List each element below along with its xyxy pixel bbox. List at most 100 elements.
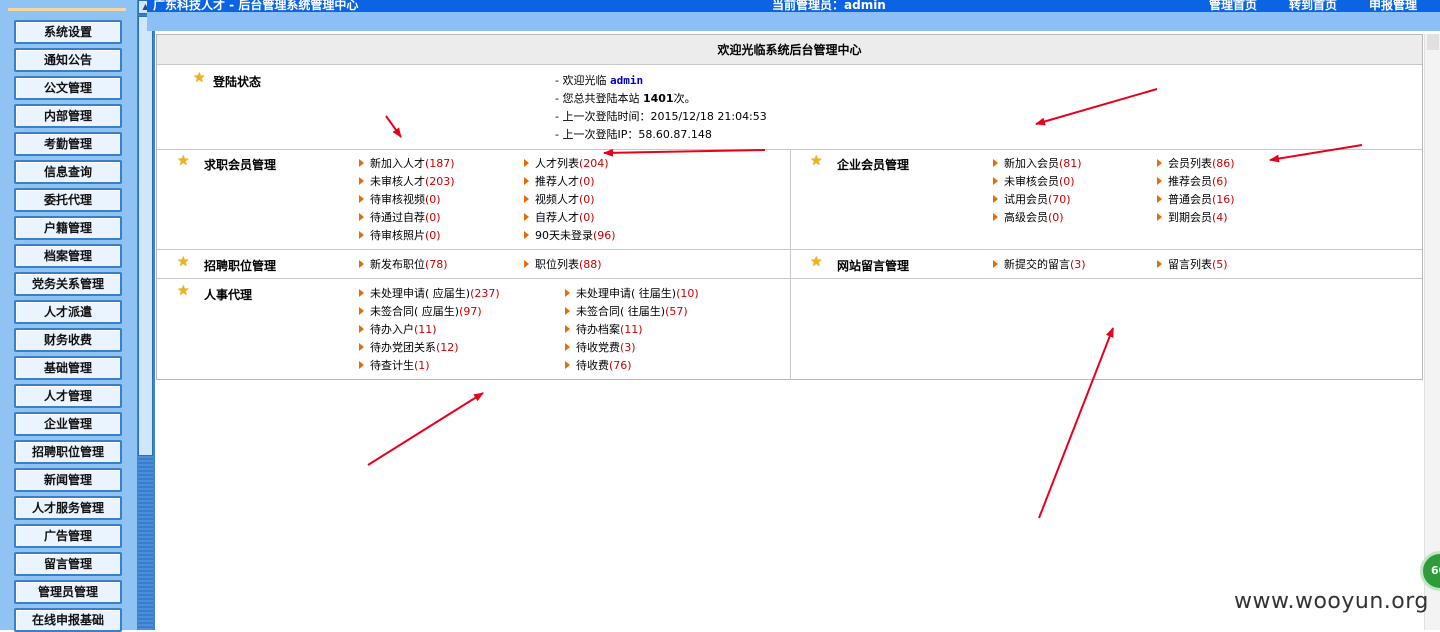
sidebar-item[interactable]: 财务收费 bbox=[14, 328, 122, 352]
sidebar-item[interactable]: 系统设置 bbox=[14, 20, 122, 44]
sidebar-item[interactable]: 公文管理 bbox=[14, 76, 122, 100]
personnel-link[interactable]: 待查计生(1) bbox=[359, 357, 430, 373]
job-seekers-link[interactable]: 人才列表(204) bbox=[524, 155, 609, 171]
job-seekers-link[interactable]: 视频人才(0) bbox=[524, 191, 595, 207]
link-label: 未处理申请( 往届生) bbox=[576, 287, 677, 300]
enterprise-link[interactable]: 高级会员(0) bbox=[993, 209, 1064, 225]
main-panel: 欢迎光临系统后台管理中心 ★ 登陆状态 - 欢迎光临 admin - 您总共登陆… bbox=[156, 34, 1423, 380]
sidebar-item[interactable]: 广告管理 bbox=[14, 524, 122, 548]
sidebar-item[interactable]: 在线申报基础 bbox=[14, 608, 122, 632]
personnel-link[interactable]: 未签合同( 往届生)(57) bbox=[565, 303, 688, 319]
arrow-right-icon bbox=[524, 177, 529, 185]
link-label: 新发布职位 bbox=[370, 258, 425, 271]
page-scrollbar[interactable] bbox=[1424, 34, 1440, 630]
sidebar-item[interactable]: 户籍管理 bbox=[14, 216, 122, 240]
arrow-right-icon bbox=[1157, 213, 1162, 221]
personnel-link[interactable]: 未处理申请( 应届生)(237) bbox=[359, 285, 500, 301]
link-count: (0) bbox=[425, 229, 441, 242]
sidebar: 系统设置通知公告公文管理内部管理考勤管理信息查询委托代理户籍管理档案管理党务关系… bbox=[0, 0, 137, 632]
sidebar-item[interactable]: 人才服务管理 bbox=[14, 496, 122, 520]
app-title: 广东科技人才 - 后台管理系统管理中心 bbox=[153, 0, 359, 12]
jobs-link[interactable]: 新发布职位(78) bbox=[359, 256, 448, 272]
star-icon: ★ bbox=[193, 70, 206, 86]
arrow-right-icon bbox=[1157, 195, 1162, 203]
column-divider bbox=[790, 149, 791, 380]
personnel-link[interactable]: 待收党费(3) bbox=[565, 339, 636, 355]
job-seekers-link[interactable]: 自荐人才(0) bbox=[524, 209, 595, 225]
link-count: (3) bbox=[620, 341, 636, 354]
declare-manage-link[interactable]: 申报管理 bbox=[1369, 0, 1417, 11]
enterprise-link[interactable]: 普通会员(16) bbox=[1157, 191, 1235, 207]
sidebar-item[interactable]: 招聘职位管理 bbox=[14, 440, 122, 464]
arrow-right-icon bbox=[565, 289, 570, 297]
link-label: 待收党费 bbox=[576, 341, 620, 354]
arrow-right-icon bbox=[359, 325, 364, 333]
messages-link[interactable]: 新提交的留言(3) bbox=[993, 256, 1086, 272]
sidebar-item[interactable]: 留言管理 bbox=[14, 552, 122, 576]
enterprise-link[interactable]: 推荐会员(6) bbox=[1157, 173, 1228, 189]
speed-badge[interactable]: 60 bbox=[1420, 551, 1440, 591]
link-label: 新提交的留言 bbox=[1004, 258, 1070, 271]
job-seekers-link[interactable]: 90天未登录(96) bbox=[524, 227, 616, 243]
job-seekers-link[interactable]: 待通过自荐(0) bbox=[359, 209, 441, 225]
job-seekers-link[interactable]: 新加入人才(187) bbox=[359, 155, 455, 171]
link-count: (11) bbox=[620, 323, 643, 336]
link-label: 待通过自荐 bbox=[370, 211, 425, 224]
sidebar-item[interactable]: 企业管理 bbox=[14, 412, 122, 436]
link-count: (0) bbox=[425, 211, 441, 224]
arrow-right-icon bbox=[565, 307, 570, 315]
scrollbar-thumb[interactable] bbox=[138, 16, 153, 456]
arrow-right-icon bbox=[359, 195, 364, 203]
link-count: (70) bbox=[1048, 193, 1071, 206]
link-count: (81) bbox=[1059, 157, 1082, 170]
sidebar-item[interactable]: 人才管理 bbox=[14, 384, 122, 408]
link-label: 职位列表 bbox=[535, 258, 579, 271]
personnel-link[interactable]: 待办入户(11) bbox=[359, 321, 437, 337]
scrollbar-corner[interactable] bbox=[1427, 34, 1439, 50]
job-seekers-link[interactable]: 待审核视频(0) bbox=[359, 191, 441, 207]
link-label: 90天未登录 bbox=[535, 229, 593, 242]
personnel-link[interactable]: 未处理申请( 往届生)(10) bbox=[565, 285, 699, 301]
job-seekers-link[interactable]: 待审核照片(0) bbox=[359, 227, 441, 243]
sidebar-item[interactable]: 考勤管理 bbox=[14, 132, 122, 156]
watermark: www.wooyun.org bbox=[1234, 589, 1429, 614]
arrow-right-icon bbox=[359, 159, 364, 167]
sidebar-item[interactable]: 基础管理 bbox=[14, 356, 122, 380]
link-count: (1) bbox=[414, 359, 430, 372]
enterprise-link[interactable]: 试用会员(70) bbox=[993, 191, 1071, 207]
enterprise-link[interactable]: 会员列表(86) bbox=[1157, 155, 1235, 171]
enterprise-link[interactable]: 到期会员(4) bbox=[1157, 209, 1228, 225]
link-label: 新加入会员 bbox=[1004, 157, 1059, 170]
personnel-title: 人事代理 bbox=[204, 288, 253, 302]
sidebar-item[interactable]: 档案管理 bbox=[14, 244, 122, 268]
go-home-link[interactable]: 转到首页 bbox=[1289, 0, 1337, 11]
jobs-link[interactable]: 职位列表(88) bbox=[524, 256, 602, 272]
link-label: 待办档案 bbox=[576, 323, 620, 336]
sidebar-item[interactable]: 人才派遣 bbox=[14, 300, 122, 324]
enterprise-link[interactable]: 未审核会员(0) bbox=[993, 173, 1075, 189]
link-count: (0) bbox=[1048, 211, 1064, 224]
link-label: 待查计生 bbox=[370, 359, 414, 372]
personnel-link[interactable]: 待办档案(11) bbox=[565, 321, 643, 337]
arrow-right-icon bbox=[993, 159, 998, 167]
sidebar-item[interactable]: 通知公告 bbox=[14, 48, 122, 72]
sidebar-item[interactable]: 党务关系管理 bbox=[14, 272, 122, 296]
job-seekers-link[interactable]: 推荐人才(0) bbox=[524, 173, 595, 189]
star-icon: ★ bbox=[177, 254, 190, 270]
enterprise-link[interactable]: 新加入会员(81) bbox=[993, 155, 1082, 171]
link-count: (78) bbox=[425, 258, 448, 271]
arrow-right-icon bbox=[565, 325, 570, 333]
link-label: 普通会员 bbox=[1168, 193, 1212, 206]
admin-home-link[interactable]: 管理首页 bbox=[1209, 0, 1257, 11]
sidebar-scrollbar[interactable]: ▲ bbox=[137, 0, 155, 630]
personnel-link[interactable]: 待收费(76) bbox=[565, 357, 632, 373]
sidebar-item[interactable]: 信息查询 bbox=[14, 160, 122, 184]
messages-link[interactable]: 留言列表(5) bbox=[1157, 256, 1228, 272]
job-seekers-link[interactable]: 未审核人才(203) bbox=[359, 173, 455, 189]
sidebar-item[interactable]: 内部管理 bbox=[14, 104, 122, 128]
personnel-link[interactable]: 待办党团关系(12) bbox=[359, 339, 459, 355]
sidebar-item[interactable]: 委托代理 bbox=[14, 188, 122, 212]
sidebar-item[interactable]: 新闻管理 bbox=[14, 468, 122, 492]
sidebar-item[interactable]: 管理员管理 bbox=[14, 580, 122, 604]
personnel-link[interactable]: 未签合同( 应届生)(97) bbox=[359, 303, 482, 319]
